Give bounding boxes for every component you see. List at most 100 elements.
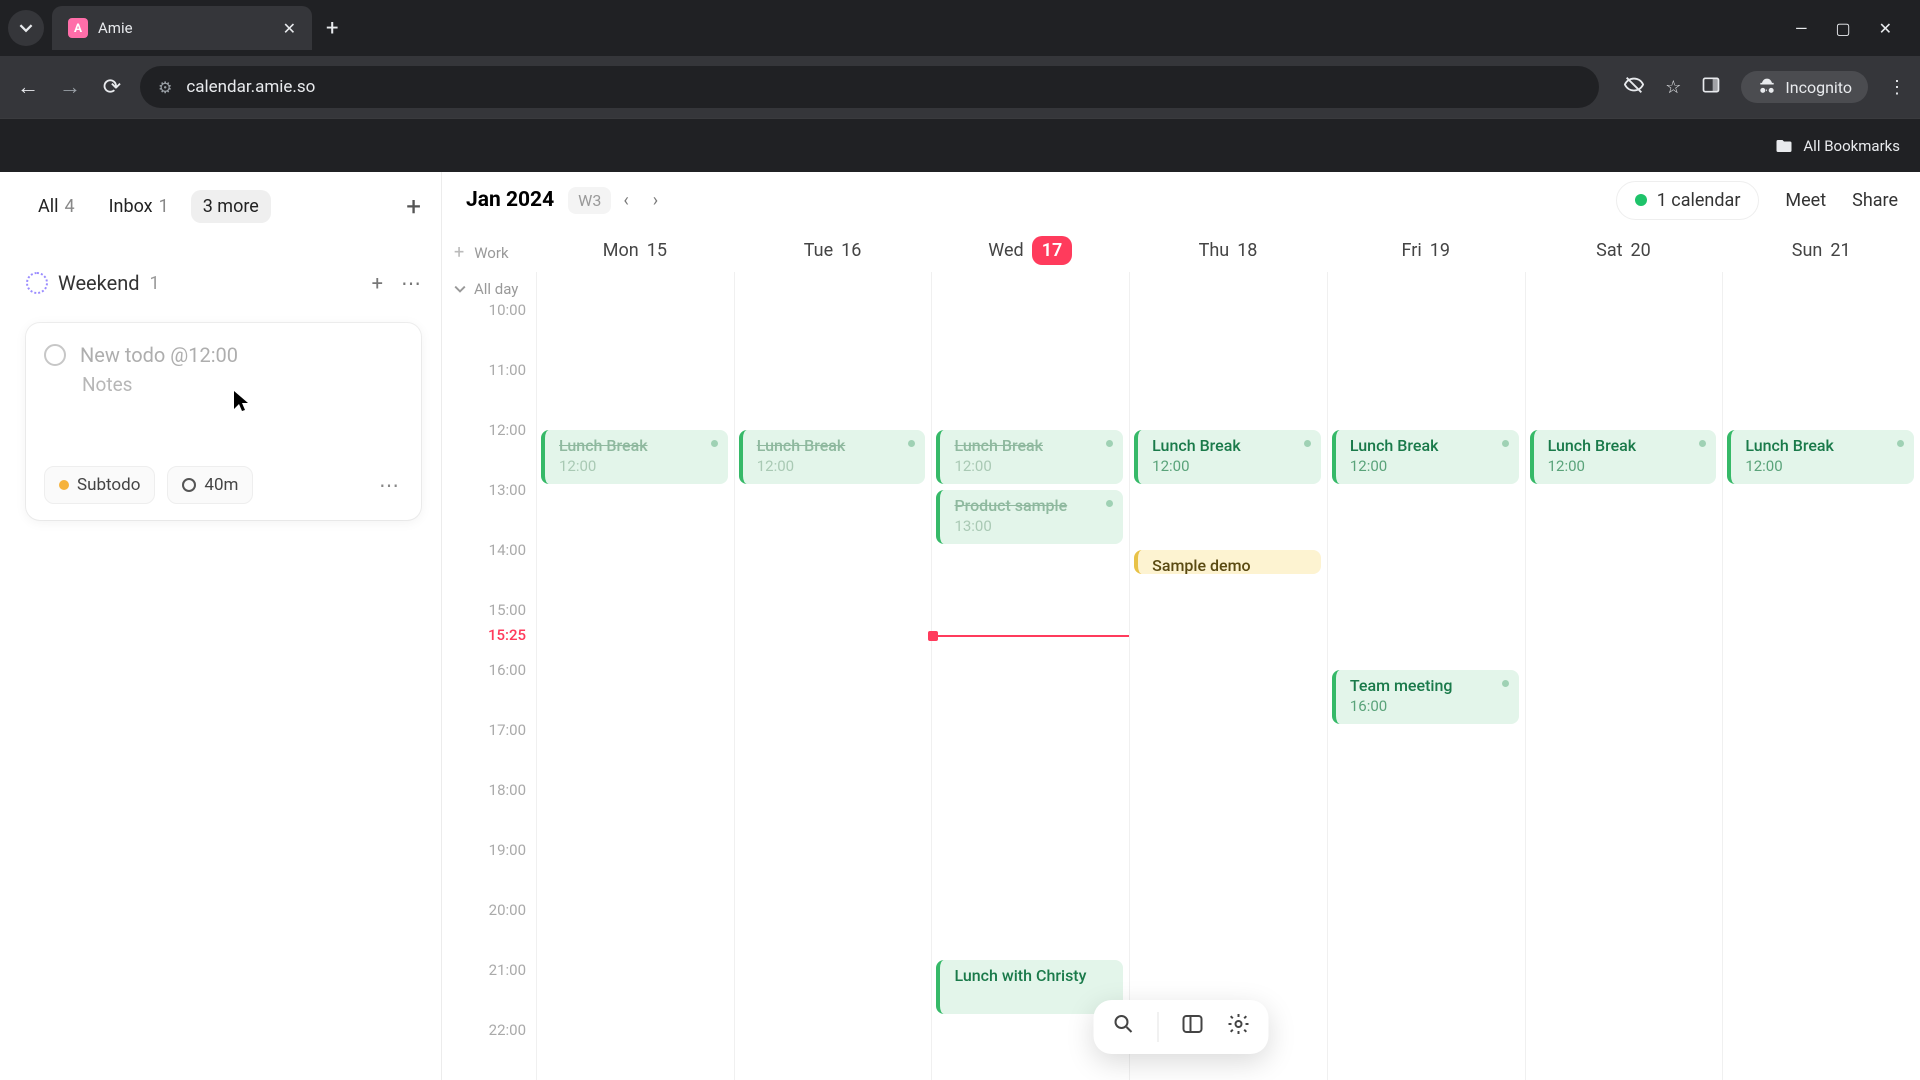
calendar-event[interactable]: Lunch Break12:00: [1332, 430, 1519, 484]
calendar-event[interactable]: Lunch Break12:00: [739, 430, 926, 484]
calendar-filter-chip[interactable]: 1 calendar: [1616, 181, 1760, 220]
time-label: 17:00: [489, 721, 526, 739]
window-minimize-button[interactable]: —: [1795, 19, 1808, 38]
calendar-event[interactable]: Lunch with Christy: [936, 960, 1123, 1014]
toolbar-separator: [1158, 1012, 1159, 1042]
sidebar-tab-all[interactable]: All 4: [26, 190, 87, 223]
time-label: 11:00: [489, 361, 526, 379]
gear-icon: [1227, 1012, 1251, 1036]
event-status-dot-icon: [1502, 440, 1509, 447]
work-row-label[interactable]: +Work: [454, 242, 509, 263]
calendar-event[interactable]: Lunch Break12:00: [1530, 430, 1717, 484]
browser-menu-button[interactable]: ⋮: [1888, 77, 1906, 98]
event-title: Lunch Break: [1745, 436, 1904, 455]
sidebar: All 4 Inbox 1 3 more + Weekend 1 + ⋯: [0, 172, 442, 1080]
sidebar-tab-inbox[interactable]: Inbox 1: [97, 190, 181, 223]
time-label: 10:00: [489, 301, 526, 319]
calendar-event[interactable]: Lunch Break12:00: [936, 430, 1123, 484]
browser-chrome: A Amie ✕ + — ▢ ✕ ← → ⟳ ⚙ calendar.amie.s…: [0, 0, 1920, 172]
calendar-event[interactable]: Lunch Break12:00: [541, 430, 728, 484]
side-panel-button[interactable]: [1701, 75, 1721, 100]
window-close-button[interactable]: ✕: [1879, 19, 1892, 38]
allday-row[interactable]: [536, 272, 1920, 310]
duration-chip[interactable]: 40m: [167, 466, 253, 504]
tab-search-button[interactable]: [8, 10, 44, 46]
event-title: Product sample: [954, 496, 1113, 515]
event-status-dot-icon: [1897, 440, 1904, 447]
calendar-event[interactable]: Sample demo: [1134, 550, 1321, 574]
nav-back-button[interactable]: ←: [14, 74, 42, 100]
day-header[interactable]: Sun 21: [1722, 228, 1920, 272]
day-column[interactable]: Lunch Break12:00 Product sample13:00 Lunch…: [931, 310, 1129, 1080]
time-label: 12:00: [489, 421, 526, 439]
day-header[interactable]: Mon 15: [536, 228, 734, 272]
site-settings-icon[interactable]: ⚙: [158, 78, 172, 97]
sidebar-add-button[interactable]: +: [406, 192, 421, 222]
day-header[interactable]: Wed 17: [931, 228, 1129, 272]
bookmark-star-button[interactable]: ☆: [1665, 77, 1681, 98]
event-status-dot-icon: [711, 440, 718, 447]
event-title: Lunch Break: [1152, 436, 1311, 455]
allday-cell[interactable]: [1327, 272, 1525, 310]
time-grid[interactable]: Lunch Break12:00Lunch Break12:00Lunch Br…: [536, 310, 1920, 1080]
sidebar-tab-label: Inbox: [109, 196, 153, 217]
todo-title-input[interactable]: New todo @12:00: [80, 343, 238, 367]
calendar-main: Jan 2024 W3 ‹ › 1 calendar Meet Share +W…: [442, 172, 1920, 1080]
list-more-button[interactable]: ⋯: [401, 271, 421, 295]
day-column[interactable]: Lunch Break12:00: [536, 310, 734, 1080]
todo-more-button[interactable]: ⋯: [379, 473, 401, 497]
nav-forward-button[interactable]: →: [56, 74, 84, 100]
day-header[interactable]: Thu 18: [1129, 228, 1327, 272]
share-button[interactable]: Share: [1852, 190, 1898, 211]
nav-reload-button[interactable]: ⟳: [98, 75, 126, 100]
app-root: All 4 Inbox 1 3 more + Weekend 1 + ⋯: [0, 172, 1920, 1080]
sidebar-tab-count: 1: [159, 196, 169, 217]
day-column[interactable]: Lunch Break12:00 Team meeting16:00: [1327, 310, 1525, 1080]
all-bookmarks-link[interactable]: All Bookmarks: [1803, 137, 1900, 155]
browser-tab[interactable]: A Amie ✕: [52, 6, 312, 50]
calendar-color-dot-icon: [1635, 194, 1647, 206]
allday-cell[interactable]: [931, 272, 1129, 310]
sidebar-tab-more[interactable]: 3 more: [191, 190, 271, 223]
visibility-off-icon[interactable]: [1623, 74, 1645, 101]
folder-icon: [1775, 137, 1793, 155]
incognito-chip[interactable]: Incognito: [1741, 71, 1868, 103]
tab-favicon: A: [68, 18, 88, 38]
allday-cell[interactable]: [734, 272, 932, 310]
list-add-button[interactable]: +: [372, 271, 383, 295]
time-label: 18:00: [489, 781, 526, 799]
day-column[interactable]: Lunch Break12:00: [1722, 310, 1920, 1080]
day-header[interactable]: Tue 16: [734, 228, 932, 272]
event-time: 12:00: [1350, 457, 1509, 475]
calendar-event[interactable]: Product sample13:00: [936, 490, 1123, 544]
day-column[interactable]: Lunch Break12:00: [734, 310, 932, 1080]
todo-card[interactable]: New todo @12:00 Notes Subtodo 40m ⋯: [26, 323, 421, 520]
todo-checkbox[interactable]: [44, 344, 66, 366]
day-header[interactable]: Sat 20: [1525, 228, 1723, 272]
address-bar[interactable]: ⚙ calendar.amie.so: [140, 66, 1599, 108]
day-column[interactable]: Lunch Break12:00: [1525, 310, 1723, 1080]
allday-cell[interactable]: [536, 272, 734, 310]
day-header[interactable]: Fri 19: [1327, 228, 1525, 272]
todo-list-header[interactable]: Weekend 1 + ⋯: [26, 271, 421, 295]
calendar-event[interactable]: Team meeting16:00: [1332, 670, 1519, 724]
calendar-event[interactable]: Lunch Break12:00: [1134, 430, 1321, 484]
allday-cell[interactable]: [1129, 272, 1327, 310]
allday-cell[interactable]: [1525, 272, 1723, 310]
subtodo-chip[interactable]: Subtodo: [44, 466, 155, 504]
toggle-sidebar-button[interactable]: [1181, 1012, 1205, 1042]
settings-button[interactable]: [1227, 1012, 1251, 1042]
allday-row-toggle[interactable]: All day: [454, 280, 518, 298]
next-week-button[interactable]: ›: [641, 190, 670, 211]
day-dow: Wed: [988, 240, 1023, 261]
meet-button[interactable]: Meet: [1785, 190, 1826, 211]
new-tab-button[interactable]: +: [326, 16, 338, 41]
day-column[interactable]: Lunch Break12:00 Sample demo: [1129, 310, 1327, 1080]
allday-cell[interactable]: [1722, 272, 1920, 310]
tab-close-button[interactable]: ✕: [283, 19, 296, 38]
month-label[interactable]: Jan 2024: [466, 188, 554, 212]
window-maximize-button[interactable]: ▢: [1835, 19, 1850, 38]
prev-week-button[interactable]: ‹: [611, 190, 640, 211]
search-button[interactable]: [1112, 1012, 1136, 1042]
calendar-event[interactable]: Lunch Break12:00: [1727, 430, 1914, 484]
